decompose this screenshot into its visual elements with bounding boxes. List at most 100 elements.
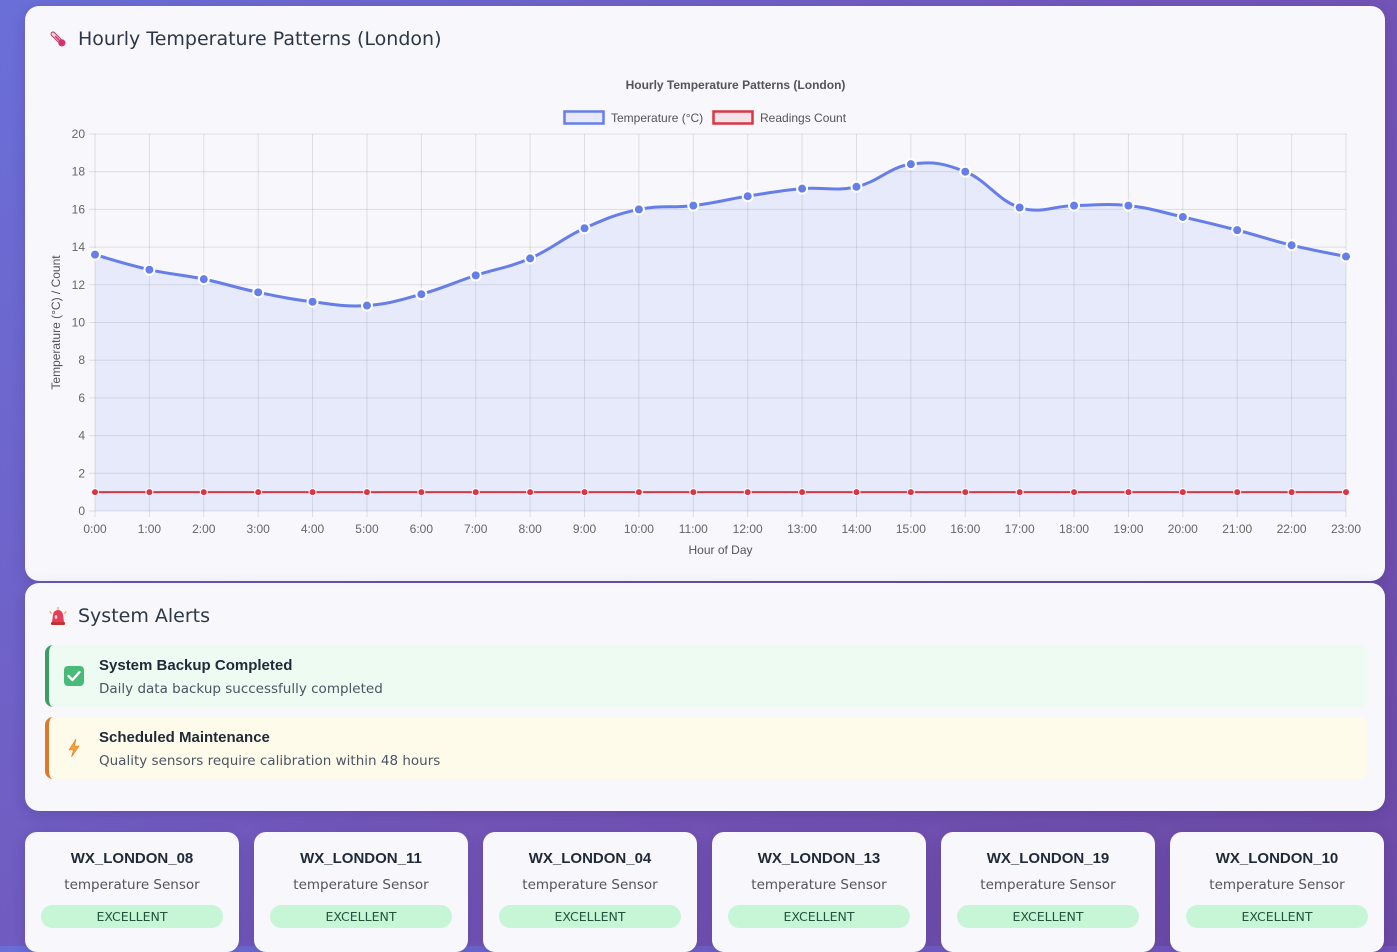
sensor-card[interactable]: WX_LONDON_10 temperature Sensor EXCELLEN… xyxy=(1170,832,1384,952)
x-tick-label: 1:00 xyxy=(138,522,162,536)
sensor-type: temperature Sensor xyxy=(64,877,200,893)
x-tick-label: 10:00 xyxy=(624,522,654,536)
data-point xyxy=(524,252,537,265)
siren-icon xyxy=(48,606,68,626)
data-point xyxy=(143,263,156,276)
data-point xyxy=(632,203,645,216)
x-tick-label: 8:00 xyxy=(518,522,542,536)
series-area xyxy=(95,162,1346,511)
y-tick-label: 16 xyxy=(72,202,86,216)
data-point xyxy=(634,488,643,497)
status-badge: EXCELLENT xyxy=(270,905,452,928)
sensor-card[interactable]: WX_LONDON_19 temperature Sensor EXCELLEN… xyxy=(941,832,1155,952)
sensor-card[interactable]: WX_LONDON_04 temperature Sensor EXCELLEN… xyxy=(483,832,697,952)
y-tick-label: 14 xyxy=(72,240,86,254)
data-point xyxy=(796,182,809,195)
status-badge: EXCELLENT xyxy=(41,905,223,928)
alert-message: Daily data backup successfully completed xyxy=(99,681,383,697)
sensor-type: temperature Sensor xyxy=(522,877,658,893)
temperature-chart-card: Hourly Temperature Patterns (London) Hou… xyxy=(25,6,1385,581)
data-point xyxy=(89,248,101,261)
data-point xyxy=(741,190,754,203)
x-tick-label: 3:00 xyxy=(246,522,270,536)
y-tick-label: 10 xyxy=(72,316,86,330)
system-alerts-card: System Alerts System Backup Completed Da… xyxy=(25,583,1385,811)
sensor-type: temperature Sensor xyxy=(980,877,1116,893)
sensor-card[interactable]: WX_LONDON_13 temperature Sensor EXCELLEN… xyxy=(712,832,926,952)
x-tick-label: 7:00 xyxy=(464,522,488,536)
data-point xyxy=(197,273,210,286)
x-tick-label: 6:00 xyxy=(410,522,434,536)
data-point xyxy=(580,488,589,497)
y-axis-label: Temperature (°C) / Count xyxy=(49,255,63,390)
data-point xyxy=(1013,201,1026,214)
x-tick-label: 0:00 xyxy=(83,522,107,536)
x-tick-label: 23:00 xyxy=(1331,522,1361,536)
sensor-card[interactable]: WX_LONDON_11 temperature Sensor EXCELLEN… xyxy=(254,832,468,952)
data-point xyxy=(199,488,208,497)
x-tick-label: 12:00 xyxy=(733,522,763,536)
legend-label: Readings Count xyxy=(760,111,847,125)
data-point xyxy=(850,180,863,193)
check-icon xyxy=(63,665,85,687)
x-tick-label: 13:00 xyxy=(787,522,817,536)
sensor-card[interactable]: WX_LONDON_08 temperature Sensor EXCELLEN… xyxy=(25,832,239,952)
data-point xyxy=(1015,488,1024,497)
x-axis-label: Hour of Day xyxy=(688,543,752,557)
sensor-type: temperature Sensor xyxy=(293,877,429,893)
data-point xyxy=(961,488,970,497)
alerts-card-header: System Alerts xyxy=(48,605,210,627)
data-point xyxy=(469,269,482,282)
status-badge: EXCELLENT xyxy=(1186,905,1368,928)
data-point xyxy=(1342,488,1350,497)
data-point xyxy=(417,488,426,497)
x-tick-label: 17:00 xyxy=(1005,522,1035,536)
data-point xyxy=(689,488,698,497)
data-point xyxy=(687,199,700,212)
data-point xyxy=(1176,210,1189,223)
sensor-id: WX_LONDON_04 xyxy=(528,850,652,867)
sensor-id: WX_LONDON_10 xyxy=(1215,850,1339,867)
sensor-type: temperature Sensor xyxy=(1209,877,1345,893)
y-tick-label: 2 xyxy=(78,466,85,480)
alert-scheduled-maintenance: Scheduled Maintenance Quality sensors re… xyxy=(45,717,1367,779)
sensor-id: WX_LONDON_19 xyxy=(986,850,1110,867)
alert-title: System Backup Completed xyxy=(99,657,293,674)
x-tick-label: 20:00 xyxy=(1168,522,1198,536)
data-point xyxy=(798,488,807,497)
y-tick-label: 8 xyxy=(78,353,85,367)
data-point xyxy=(959,165,972,178)
x-tick-label: 16:00 xyxy=(950,522,980,536)
data-point xyxy=(906,488,915,497)
x-tick-label: 9:00 xyxy=(573,522,597,536)
y-tick-label: 0 xyxy=(78,504,85,518)
data-point xyxy=(526,488,535,497)
data-point xyxy=(904,158,917,171)
x-tick-label: 4:00 xyxy=(301,522,325,536)
x-tick-label: 2:00 xyxy=(192,522,216,536)
chart-title: Hourly Temperature Patterns (London) xyxy=(626,78,846,92)
temperature-line-chart: Hourly Temperature Patterns (London) Temp… xyxy=(49,78,1361,557)
data-point xyxy=(1124,488,1133,497)
data-point xyxy=(145,488,154,497)
data-point xyxy=(1287,488,1296,497)
y-tick-label: 4 xyxy=(78,429,85,443)
data-point xyxy=(1070,488,1079,497)
alert-title: Scheduled Maintenance xyxy=(99,729,270,746)
y-tick-label: 12 xyxy=(72,278,86,292)
data-point xyxy=(360,299,373,312)
status-badge: EXCELLENT xyxy=(957,905,1139,928)
x-tick-label: 18:00 xyxy=(1059,522,1089,536)
y-tick-label: 6 xyxy=(78,391,85,405)
y-tick-label: 18 xyxy=(72,165,86,179)
sensor-type: temperature Sensor xyxy=(751,877,887,893)
data-point xyxy=(1285,239,1298,252)
data-point xyxy=(578,222,591,235)
x-tick-label: 22:00 xyxy=(1277,522,1307,536)
alerts-card-title: System Alerts xyxy=(78,605,211,627)
x-tick-label: 19:00 xyxy=(1113,522,1143,536)
x-tick-label: 15:00 xyxy=(896,522,926,536)
x-tick-label: 11:00 xyxy=(679,522,708,536)
legend-label: Temperature (°C) xyxy=(611,111,703,125)
lightning-icon xyxy=(63,737,85,759)
